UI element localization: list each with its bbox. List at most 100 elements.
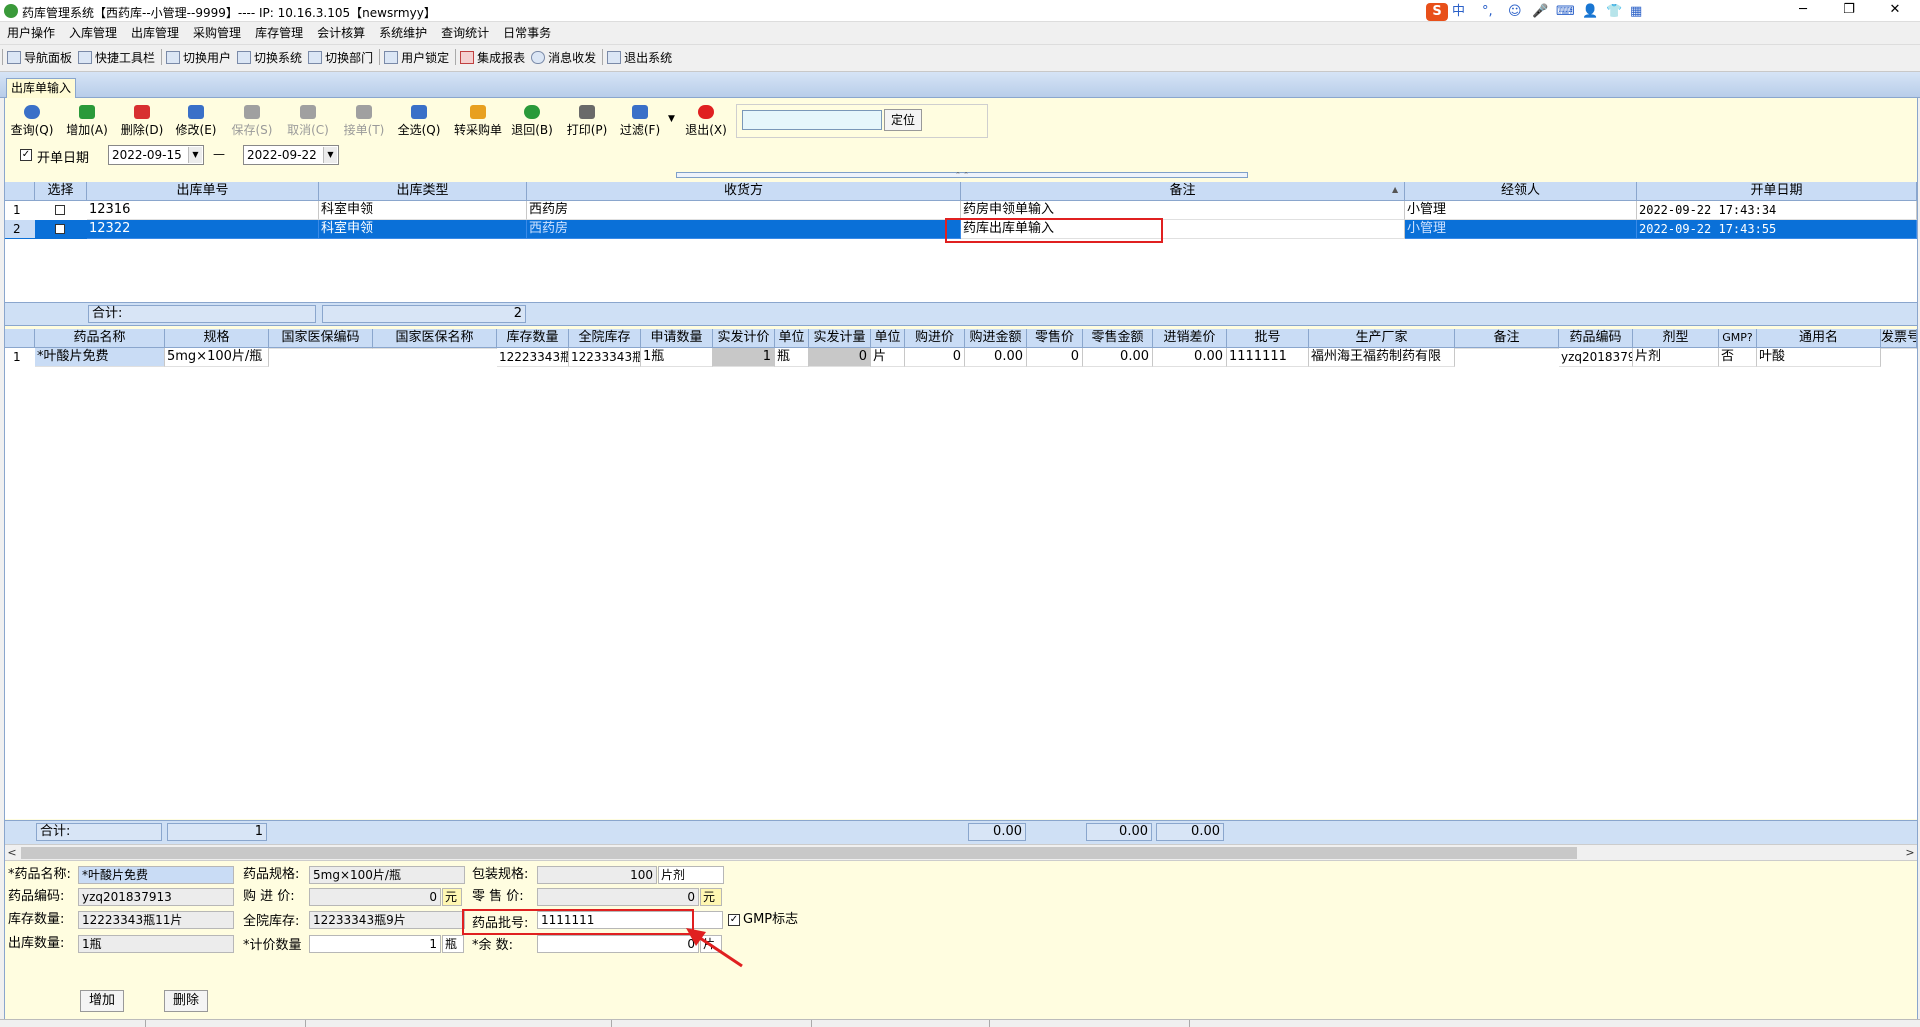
filter-dropdown-icon[interactable]: ▼ [668, 114, 675, 124]
receive-button[interactable]: 接单(T) [338, 102, 390, 144]
col-header-insurance-name[interactable]: 国家医保名称 [373, 329, 497, 348]
col-header-insurance-code[interactable]: 国家医保编码 [269, 329, 373, 348]
date-from-select[interactable]: 2022-09-15 ▼ [108, 145, 204, 165]
quick-toolbar-button[interactable]: 快捷工具栏 [76, 45, 159, 71]
cancel-button[interactable]: 取消(C) [282, 102, 334, 144]
col-header-retail-amount[interactable]: 零售金额 [1083, 329, 1153, 348]
minimize-button[interactable]: ─ [1780, 0, 1826, 22]
col-header-receiver[interactable]: 收货方 [527, 182, 961, 201]
col-header-drug-name[interactable]: 药品名称 [35, 329, 165, 348]
switch-system-button[interactable]: 切换系统 [235, 45, 306, 71]
drug-name-field[interactable]: *叶酸片免费 [78, 866, 234, 884]
out-qty-field[interactable]: 1瓶 [78, 935, 234, 953]
tab-outbound-entry[interactable]: 出库单输入 [6, 78, 76, 98]
close-button[interactable]: ✕ [1872, 0, 1918, 22]
col-header-retail-price[interactable]: 零售价 [1027, 329, 1083, 348]
col-header-actual-measure[interactable]: 实发计量 [809, 329, 871, 348]
scroll-thumb[interactable] [21, 847, 1577, 859]
cell-actual-measure[interactable]: 0 [809, 348, 871, 367]
save-button[interactable]: 保存(S) [226, 102, 278, 144]
add-button[interactable]: 增加(A) [61, 102, 113, 144]
select-all-button[interactable]: 全选(Q) [393, 102, 445, 144]
menu-stock[interactable]: 库存管理 [248, 22, 310, 44]
col-header-generic-name[interactable]: 通用名 [1757, 329, 1881, 348]
col-header-order-no[interactable]: 出库单号 [87, 182, 319, 201]
col-header-invoice-no[interactable]: 发票号 [1881, 329, 1917, 348]
retail-price-field[interactable]: 0 [537, 888, 699, 906]
nav-panel-button[interactable]: 导航面板 [5, 45, 76, 71]
switch-user-button[interactable]: 切换用户 [164, 45, 235, 71]
horizontal-scrollbar[interactable]: < > [5, 844, 1917, 861]
ime-user-icon[interactable]: 👤 [1582, 3, 1598, 21]
date-to-select[interactable]: 2022-09-22 ▼ [243, 145, 339, 165]
add-item-button[interactable]: 增加 [80, 990, 124, 1012]
menu-system[interactable]: 系统维护 [372, 22, 434, 44]
col-header-buy-amount[interactable]: 购进金额 [965, 329, 1027, 348]
delete-item-button[interactable]: 删除 [164, 990, 208, 1012]
query-button[interactable]: 查询(Q) [6, 102, 58, 144]
ime-emoji-icon[interactable]: ☺ [1508, 3, 1522, 21]
col-header-unit-2[interactable]: 单位 [871, 329, 905, 348]
switch-department-button[interactable]: 切换部门 [306, 45, 377, 71]
menu-inbound[interactable]: 入库管理 [62, 22, 124, 44]
date-filter-checkbox[interactable]: ✓ [20, 149, 32, 161]
menu-outbound[interactable]: 出库管理 [124, 22, 186, 44]
col-header-actual-price-qty[interactable]: 实发计价 [713, 329, 775, 348]
col-header-price-diff[interactable]: 进销差价 [1153, 329, 1227, 348]
drug-spec-field[interactable]: 5mg×100片/瓶 [309, 866, 465, 884]
drug-code-field[interactable]: yzq201837913 [78, 888, 234, 906]
hospital-stock-field[interactable]: 12233343瓶9片 [309, 911, 465, 929]
ime-chinese-mode[interactable]: 中 [1452, 3, 1465, 21]
col-header-spec[interactable]: 规格 [165, 329, 269, 348]
pack-unit-field[interactable]: 片剂 [658, 866, 724, 884]
col-header-handler[interactable]: 经领人 [1405, 182, 1637, 201]
col-header-hospital-stock[interactable]: 全院库存 [569, 329, 641, 348]
reports-button[interactable]: 集成报表 [458, 45, 529, 71]
filter-button[interactable]: 过滤(F) [614, 102, 666, 144]
col-header-note[interactable]: 备注 [961, 182, 1405, 201]
exit-button[interactable]: 退出(X) [680, 102, 732, 144]
price-qty-field[interactable]: 1 [309, 935, 441, 953]
locate-button[interactable]: 定位 [884, 109, 922, 131]
return-button[interactable]: 退回(B) [506, 102, 558, 144]
menu-accounting[interactable]: 会计核算 [310, 22, 372, 44]
row-select-checkbox[interactable] [55, 205, 65, 215]
cell-actual-price-qty[interactable]: 1 [713, 348, 775, 367]
ime-logo-icon[interactable]: S [1426, 3, 1448, 21]
col-header-manufacturer[interactable]: 生产厂家 [1309, 329, 1455, 348]
print-button[interactable]: 打印(P) [561, 102, 613, 144]
col-header-batch[interactable]: 批号 [1227, 329, 1309, 348]
stock-qty-field[interactable]: 12223343瓶11片 [78, 911, 234, 929]
messages-button[interactable]: 消息收发 [529, 45, 600, 71]
col-header-dosage-form[interactable]: 剂型 [1633, 329, 1719, 348]
col-header-item-note[interactable]: 备注 [1455, 329, 1559, 348]
col-header-date[interactable]: 开单日期 [1637, 182, 1917, 201]
ime-toolbox-icon[interactable]: ▦ [1630, 3, 1642, 21]
col-header-drug-code[interactable]: 药品编码 [1559, 329, 1633, 348]
menu-query[interactable]: 查询统计 [434, 22, 496, 44]
exit-system-button[interactable]: 退出系统 [605, 45, 676, 71]
table-row[interactable]: 1 *叶酸片免费 5mg×100片/瓶 12223343瓶 12233343瓶 … [5, 348, 1917, 367]
scroll-left-icon[interactable]: < [5, 845, 19, 861]
pack-spec-field[interactable]: 100 [537, 866, 657, 884]
buy-price-field[interactable]: 0 [309, 888, 441, 906]
to-purchase-order-button[interactable]: 转采购单 [449, 102, 507, 144]
edit-button[interactable]: 修改(E) [170, 102, 222, 144]
col-header-gmp[interactable]: GMP? [1719, 329, 1757, 348]
col-header-request-qty[interactable]: 申请数量 [641, 329, 713, 348]
restore-button[interactable]: ❐ [1826, 0, 1872, 22]
row-select-checkbox[interactable] [55, 224, 65, 234]
col-header-type[interactable]: 出库类型 [319, 182, 527, 201]
ime-voice-icon[interactable]: 🎤 [1532, 3, 1548, 21]
ime-punctuation-icon[interactable]: °, [1482, 3, 1493, 21]
ime-skin-icon[interactable]: 👕 [1606, 3, 1622, 21]
scroll-right-icon[interactable]: > [1903, 845, 1917, 861]
menu-purchase[interactable]: 采购管理 [186, 22, 248, 44]
menu-user[interactable]: 用户操作 [0, 22, 62, 44]
remainder-field[interactable]: 0 [537, 935, 699, 953]
menu-daily[interactable]: 日常事务 [496, 22, 558, 44]
panel-splitter[interactable]: ⌃ ⌃ [676, 172, 1248, 179]
col-header-select[interactable]: 选择 [35, 182, 87, 201]
delete-button[interactable]: 删除(D) [116, 102, 168, 144]
col-header-buy-price[interactable]: 购进价 [905, 329, 965, 348]
